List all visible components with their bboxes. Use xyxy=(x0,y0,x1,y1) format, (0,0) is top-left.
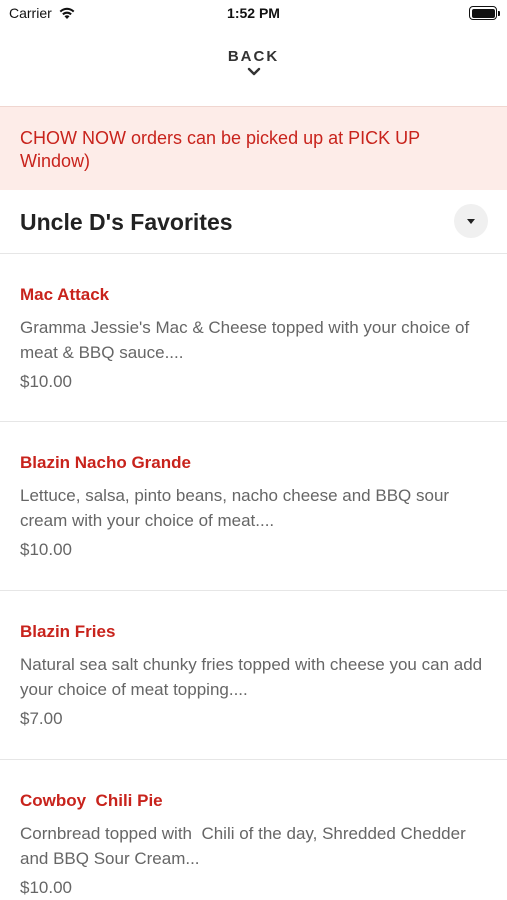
menu-item-description: Lettuce, salsa, pinto beans, nacho chees… xyxy=(20,486,450,530)
section-header[interactable]: Uncle D's Favorites xyxy=(0,190,507,254)
menu-item-name: Blazin Fries xyxy=(20,622,116,641)
section-toggle-button[interactable] xyxy=(454,204,488,238)
menu-item-description: Gramma Jessie's Mac & Cheese topped with… xyxy=(20,318,470,362)
menu-item-price: $7.00 xyxy=(20,709,63,728)
status-time: 1:52 PM xyxy=(227,5,280,21)
menu-item[interactable]: Mac Attack Gramma Jessie's Mac & Cheese … xyxy=(0,254,507,422)
section-title: Uncle D's Favorites xyxy=(20,209,233,235)
pickup-notice-banner: CHOW NOW orders can be picked up at PICK… xyxy=(0,106,507,190)
menu-item[interactable]: Blazin Nacho Grande Lettuce, salsa, pint… xyxy=(0,422,507,591)
menu-item-name: Mac Attack xyxy=(20,285,110,304)
back-button[interactable]: BACK xyxy=(0,48,507,77)
status-bar: Carrier 1:52 PM xyxy=(0,0,507,28)
menu-item-name: Cowboy Chili Pie xyxy=(20,791,163,810)
menu-item-description: Cornbread topped with Chili of the day, … xyxy=(20,824,471,868)
menu-item-price: $10.00 xyxy=(20,878,72,897)
chevron-down-icon xyxy=(247,67,260,76)
menu-item-price: $10.00 xyxy=(20,540,72,559)
back-label: BACK xyxy=(227,48,280,65)
battery-icon xyxy=(469,6,500,20)
banner-text: CHOW NOW orders can be picked up at PICK… xyxy=(20,128,420,171)
menu-item[interactable]: Blazin Fries Natural sea salt chunky fri… xyxy=(0,591,507,760)
menu-item-price: $10.00 xyxy=(20,372,72,391)
menu-item-name: Blazin Nacho Grande xyxy=(20,453,191,472)
menu-item[interactable]: Cowboy Chili Pie Cornbread topped with C… xyxy=(0,760,507,900)
menu-item-description: Natural sea salt chunky fries topped wit… xyxy=(20,655,483,699)
caret-down-icon xyxy=(467,218,475,224)
